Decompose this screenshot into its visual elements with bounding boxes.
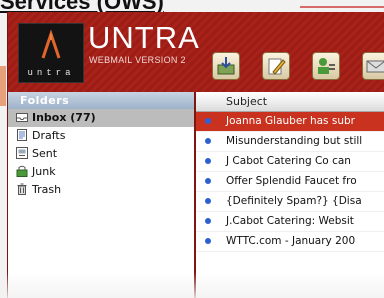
folder-junk[interactable]: Junk xyxy=(8,163,194,181)
address-book-button[interactable] xyxy=(312,52,340,80)
subject-column-header[interactable]: Subject xyxy=(196,92,384,112)
logo-tag: untra xyxy=(27,68,75,78)
unread-dot-icon xyxy=(205,178,211,184)
inbox-download-icon xyxy=(217,57,235,75)
unread-dot-icon xyxy=(205,238,211,244)
junk-icon xyxy=(16,165,28,177)
logo-mark-icon xyxy=(41,30,61,59)
folder-label: Junk xyxy=(32,165,56,178)
message-row[interactable]: J Cabot Catering Co can xyxy=(196,152,384,172)
message-row[interactable]: Joanna Glauber has subr xyxy=(196,112,384,132)
message-row[interactable]: Misunderstanding but still xyxy=(196,132,384,152)
message-subject: {Definitely Spam?} {Disa xyxy=(226,195,362,207)
unread-dot-icon xyxy=(205,198,211,204)
brand-version: WEBMAIL VERSION 2 xyxy=(89,55,186,65)
folder-drafts[interactable]: Drafts xyxy=(8,127,194,145)
message-row[interactable]: {Definitely Spam?} {Disa xyxy=(196,192,384,212)
message-subject: Offer Splendid Faucet fro xyxy=(226,175,357,187)
envelope-icon xyxy=(366,60,384,73)
message-row[interactable]: WTTC.com - January 200 xyxy=(196,232,384,252)
send-button[interactable] xyxy=(362,52,384,80)
message-subject: Misunderstanding but still xyxy=(226,135,363,147)
unread-dot-icon xyxy=(205,158,211,164)
compose-button[interactable] xyxy=(262,52,290,80)
folder-label: Drafts xyxy=(32,129,66,142)
folder-sent[interactable]: Sent xyxy=(8,145,194,163)
logo: untra xyxy=(18,23,84,83)
message-row[interactable]: Offer Splendid Faucet fro xyxy=(196,172,384,192)
unread-dot-icon xyxy=(205,138,211,144)
app-header: untra UNTRA WEBMAIL VERSION 2 xyxy=(8,12,384,92)
drafts-icon xyxy=(17,129,27,141)
message-subject: J Cabot Catering Co can xyxy=(226,155,351,167)
folder-pane: Folders Inbox (77) Drafts Sent Junk Tras… xyxy=(8,92,196,298)
message-subject: Joanna Glauber has subr xyxy=(226,115,355,127)
folder-label: Inbox (77) xyxy=(32,111,96,124)
folder-label: Trash xyxy=(32,183,62,196)
message-subject: WTTC.com - January 200 xyxy=(226,235,356,247)
decorative-edge xyxy=(0,66,6,106)
webmail-window: untra UNTRA WEBMAIL VERSION 2 Folders In… xyxy=(7,12,384,298)
title-underline-accent xyxy=(300,6,384,8)
sent-icon xyxy=(16,147,28,159)
message-subject: J.Cabot Catering: Websit xyxy=(226,215,354,227)
message-row[interactable]: J.Cabot Catering: Websit xyxy=(196,212,384,232)
bottom-fade xyxy=(0,272,384,298)
folder-inbox[interactable]: Inbox (77) xyxy=(8,109,194,127)
folders-heading: Folders xyxy=(8,92,194,109)
folder-label: Sent xyxy=(32,147,58,160)
pencil-icon xyxy=(268,58,286,75)
unread-dot-icon xyxy=(205,118,211,124)
brand-name: UNTRA xyxy=(88,20,200,55)
unread-dot-icon xyxy=(205,218,211,224)
message-list: Subject Joanna Glauber has subr Misunder… xyxy=(196,92,384,298)
get-mail-button[interactable] xyxy=(212,52,240,80)
contacts-icon xyxy=(318,58,335,74)
inbox-icon xyxy=(16,113,28,122)
folder-trash[interactable]: Trash xyxy=(8,181,194,199)
trash-icon xyxy=(17,183,27,195)
